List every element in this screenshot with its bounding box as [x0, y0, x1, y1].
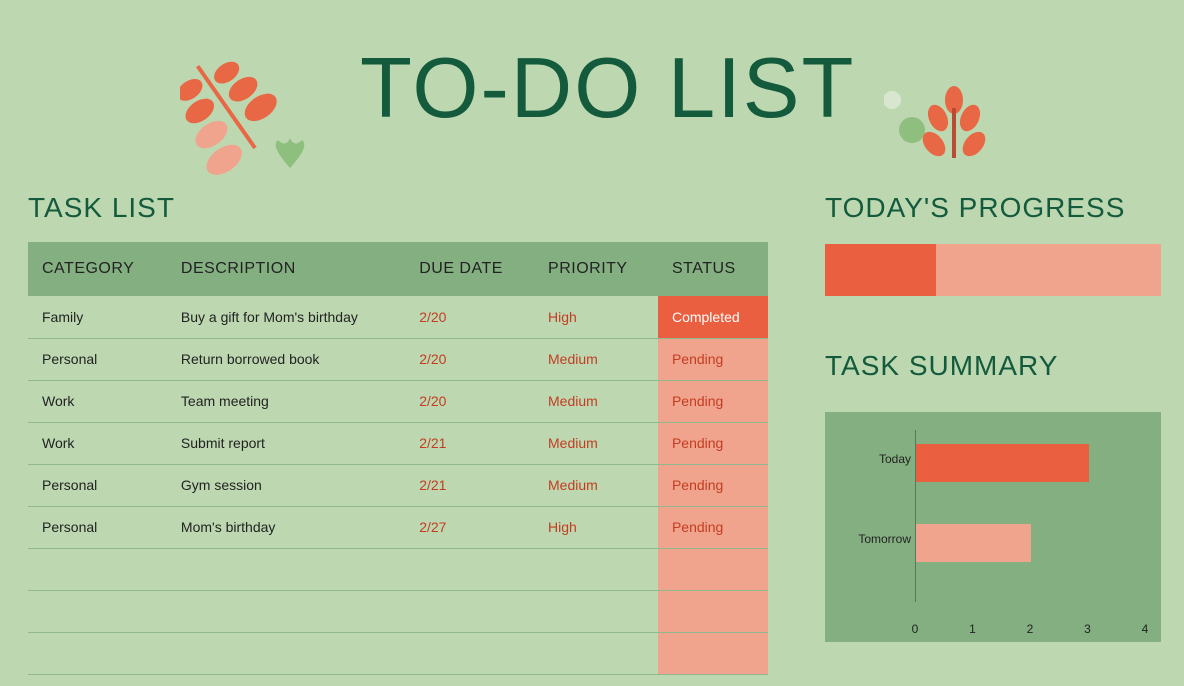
cell-empty[interactable] [167, 590, 405, 632]
cell-due-date[interactable]: 2/20 [405, 380, 534, 422]
cell-empty[interactable] [167, 632, 405, 674]
cell-empty[interactable] [28, 548, 167, 590]
table-row[interactable]: PersonalMom's birthday2/27HighPending [28, 506, 768, 548]
chart-tick: 4 [1142, 622, 1149, 636]
cell-due-date[interactable]: 2/27 [405, 506, 534, 548]
col-category[interactable]: CATEGORY [28, 242, 167, 296]
cell-description[interactable]: Gym session [167, 464, 405, 506]
cell-priority[interactable]: Medium [534, 338, 658, 380]
chart-tick: 0 [912, 622, 919, 636]
cell-description[interactable]: Buy a gift for Mom's birthday [167, 296, 405, 338]
cell-description[interactable]: Submit report [167, 422, 405, 464]
cell-priority[interactable]: Medium [534, 464, 658, 506]
table-row-empty[interactable] [28, 590, 768, 632]
table-row-empty[interactable] [28, 632, 768, 674]
cell-due-date[interactable]: 2/20 [405, 296, 534, 338]
cell-empty[interactable] [658, 590, 768, 632]
cell-category[interactable]: Work [28, 422, 167, 464]
cell-empty[interactable] [534, 548, 658, 590]
cell-category[interactable]: Family [28, 296, 167, 338]
col-description[interactable]: DESCRIPTION [167, 242, 405, 296]
cell-due-date[interactable]: 2/21 [405, 464, 534, 506]
progress-bar [825, 244, 1161, 296]
cell-empty[interactable] [405, 632, 534, 674]
chart-tick: 1 [969, 622, 976, 636]
table-row[interactable]: WorkSubmit report2/21MediumPending [28, 422, 768, 464]
cell-status[interactable]: Pending [658, 464, 768, 506]
cell-empty[interactable] [28, 590, 167, 632]
task-list-heading: TASK LIST [28, 192, 768, 224]
chart-bar [916, 524, 1031, 562]
cell-empty[interactable] [534, 590, 658, 632]
page-title: TO-DO LIST [360, 40, 855, 138]
summary-section: TASK SUMMARY Today Tomorrow 0 1 2 3 4 [825, 350, 1161, 642]
cell-category[interactable]: Personal [28, 506, 167, 548]
cell-empty[interactable] [167, 548, 405, 590]
chart-bar-label: Today [831, 452, 911, 466]
task-summary-chart: Today Tomorrow 0 1 2 3 4 [825, 412, 1161, 642]
cell-priority[interactable]: High [534, 506, 658, 548]
progress-section: TODAY'S PROGRESS [825, 192, 1161, 296]
cell-empty[interactable] [405, 548, 534, 590]
chart-bar-row: Tomorrow [841, 512, 1145, 582]
progress-fill [825, 244, 936, 296]
cell-empty[interactable] [658, 632, 768, 674]
cell-priority[interactable]: Medium [534, 422, 658, 464]
cell-empty[interactable] [658, 548, 768, 590]
cell-empty[interactable] [405, 590, 534, 632]
header: TO-DO LIST [0, 0, 1184, 180]
cell-due-date[interactable]: 2/21 [405, 422, 534, 464]
progress-heading: TODAY'S PROGRESS [825, 192, 1161, 224]
table-row-empty[interactable] [28, 548, 768, 590]
cell-category[interactable]: Work [28, 380, 167, 422]
col-due-date[interactable]: DUE DATE [405, 242, 534, 296]
fern-decoration-icon [180, 28, 330, 183]
chart-bar-row: Today [841, 432, 1145, 502]
chart-tick: 3 [1084, 622, 1091, 636]
cell-status[interactable]: Pending [658, 506, 768, 548]
cell-status[interactable]: Pending [658, 422, 768, 464]
cell-status[interactable]: Pending [658, 380, 768, 422]
cell-category[interactable]: Personal [28, 464, 167, 506]
coral-decoration-icon [884, 70, 1004, 175]
cell-empty[interactable] [28, 632, 167, 674]
task-table: CATEGORY DESCRIPTION DUE DATE PRIORITY S… [28, 242, 768, 675]
cell-empty[interactable] [534, 632, 658, 674]
cell-priority[interactable]: Medium [534, 380, 658, 422]
cell-due-date[interactable]: 2/20 [405, 338, 534, 380]
cell-status[interactable]: Completed [658, 296, 768, 338]
table-row[interactable]: WorkTeam meeting2/20MediumPending [28, 380, 768, 422]
table-header-row: CATEGORY DESCRIPTION DUE DATE PRIORITY S… [28, 242, 768, 296]
cell-description[interactable]: Team meeting [167, 380, 405, 422]
table-row[interactable]: FamilyBuy a gift for Mom's birthday2/20H… [28, 296, 768, 338]
task-list-section: TASK LIST CATEGORY DESCRIPTION DUE DATE … [28, 192, 768, 675]
cell-priority[interactable]: High [534, 296, 658, 338]
table-row[interactable]: PersonalReturn borrowed book2/20MediumPe… [28, 338, 768, 380]
chart-tick: 2 [1027, 622, 1034, 636]
chart-bar-label: Tomorrow [831, 532, 911, 546]
table-row[interactable]: PersonalGym session2/21MediumPending [28, 464, 768, 506]
cell-description[interactable]: Mom's birthday [167, 506, 405, 548]
cell-status[interactable]: Pending [658, 338, 768, 380]
cell-description[interactable]: Return borrowed book [167, 338, 405, 380]
chart-bar [916, 444, 1089, 482]
col-status[interactable]: STATUS [658, 242, 768, 296]
cell-category[interactable]: Personal [28, 338, 167, 380]
col-priority[interactable]: PRIORITY [534, 242, 658, 296]
summary-heading: TASK SUMMARY [825, 350, 1161, 382]
